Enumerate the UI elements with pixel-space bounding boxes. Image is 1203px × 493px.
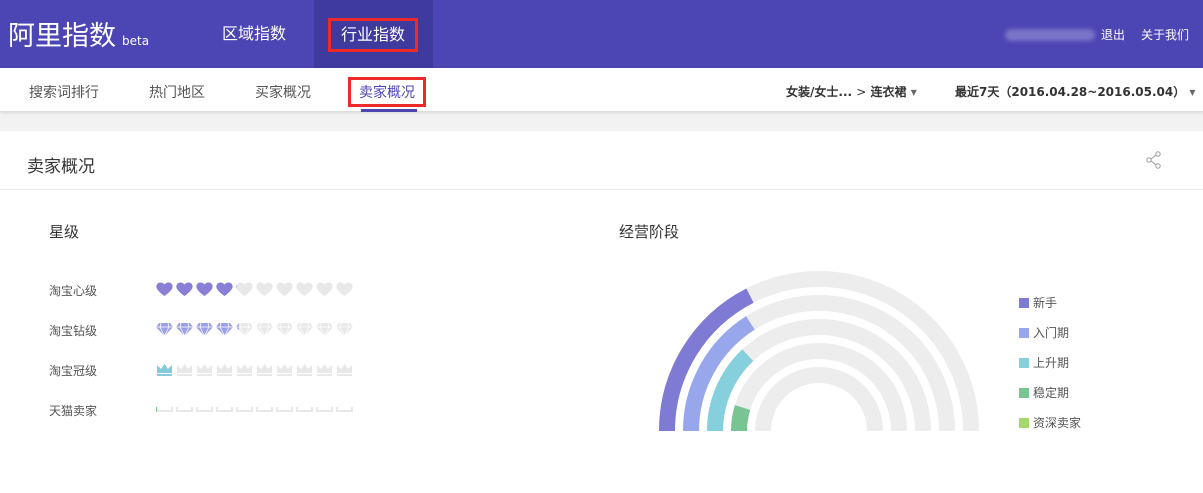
share-icon[interactable] — [1146, 151, 1162, 173]
crown-icon — [335, 361, 354, 377]
star-section-title: 星级 — [49, 223, 80, 241]
legend-swatch — [1019, 298, 1029, 308]
diamond-icon — [275, 321, 294, 337]
legend-label: 稳定期 — [1033, 386, 1070, 400]
tab-search-rank[interactable]: 搜索词排行 — [29, 82, 99, 102]
heart-icon — [315, 281, 334, 297]
heart-icon — [255, 281, 274, 297]
heart-icon — [295, 281, 314, 297]
diamond-icon — [255, 321, 274, 337]
logout-link[interactable]: 退出 — [1101, 26, 1125, 43]
beta-label: beta — [122, 34, 150, 48]
legend-swatch — [1019, 358, 1029, 368]
tab-buyer-overview[interactable]: 买家概况 — [255, 82, 311, 102]
heart-icon — [335, 281, 354, 297]
diamond-icon — [235, 321, 254, 337]
chevron-down-icon: ▾ — [910, 85, 917, 99]
tmall-icon — [335, 401, 354, 417]
rating-label: 淘宝冠级 — [49, 364, 98, 378]
date-range: 最近7天（2016.04.28~2016.05.04） — [955, 85, 1186, 99]
crown-icon — [195, 361, 214, 377]
rating-tmall-icons — [155, 401, 354, 417]
legend-swatch — [1019, 328, 1029, 338]
legend-label: 新手 — [1033, 296, 1058, 310]
legend-label: 上升期 — [1033, 356, 1070, 370]
crown-icon — [215, 361, 234, 377]
crown-icon — [155, 361, 174, 377]
tab-hot-region[interactable]: 热门地区 — [149, 82, 205, 102]
tmall-icon — [155, 401, 174, 417]
crown-icon — [275, 361, 294, 377]
tmall-icon — [275, 401, 294, 417]
top-bar: 阿里指数 beta 区域指数 行业指数 退出 关于我们 — [0, 0, 1203, 68]
legend-label: 资深卖家 — [1033, 416, 1082, 430]
stage-bar-3[interactable] — [731, 405, 751, 431]
crown-icon — [315, 361, 334, 377]
stage-radial-chart — [659, 271, 979, 431]
card-header: 卖家概况 — [0, 131, 1203, 190]
legend-item[interactable]: 入门期 — [1019, 324, 1069, 341]
legend-item[interactable]: 稳定期 — [1019, 384, 1069, 401]
heart-icon — [155, 281, 174, 297]
nav-industry-index[interactable]: 行业指数 — [314, 0, 433, 68]
about-link[interactable]: 关于我们 — [1141, 26, 1189, 43]
chevron-down-icon: ▾ — [1189, 85, 1196, 99]
tmall-icon — [195, 401, 214, 417]
legend-item[interactable]: 新手 — [1019, 294, 1057, 311]
diamond-icon — [155, 321, 174, 337]
rating-label: 淘宝心级 — [49, 284, 98, 298]
legend-item[interactable]: 资深卖家 — [1019, 414, 1081, 431]
category-sep: > — [856, 85, 867, 99]
category-select[interactable]: 女装/女士... > 连衣裙 ▾ — [786, 83, 917, 100]
diamond-icon — [295, 321, 314, 337]
crown-icon — [255, 361, 274, 377]
tmall-icon — [295, 401, 314, 417]
legend-swatch — [1019, 388, 1029, 398]
tmall-icon — [315, 401, 334, 417]
rating-crown-icons — [155, 361, 354, 377]
heart-icon — [235, 281, 254, 297]
tab-seller-overview[interactable]: 卖家概况 — [348, 77, 426, 107]
heart-icon — [195, 281, 214, 297]
diamond-icon — [175, 321, 194, 337]
tmall-icon — [255, 401, 274, 417]
sub-nav: 搜索词排行 热门地区 买家概况 卖家概况 女装/女士... > 连衣裙 ▾ 最近… — [0, 68, 1203, 112]
tmall-icon — [215, 401, 234, 417]
active-tab-indicator — [361, 109, 417, 112]
logo[interactable]: 阿里指数 beta — [8, 14, 149, 53]
category: 女装/女士... — [786, 85, 853, 99]
logo-text: 阿里指数 — [8, 21, 116, 52]
nav-label: 区域指数 — [222, 24, 287, 43]
diamond-icon — [315, 321, 334, 337]
date-select[interactable]: 最近7天（2016.04.28~2016.05.04） ▾ — [955, 83, 1195, 100]
rating-heart-icons — [155, 281, 354, 297]
nav-region-index[interactable]: 区域指数 — [208, 0, 300, 68]
legend-label: 入门期 — [1033, 326, 1070, 340]
legend-item[interactable]: 上升期 — [1019, 354, 1069, 371]
stage-section-title: 经营阶段 — [619, 223, 680, 241]
heart-icon — [175, 281, 194, 297]
seller-overview-card: 卖家概况 星级 淘宝心级淘宝钻级淘宝冠级天猫卖家 经营阶段 新手入门期上升期稳定… — [0, 131, 1203, 493]
stage-track — [755, 367, 883, 431]
heart-icon — [275, 281, 294, 297]
crown-icon — [295, 361, 314, 377]
crown-icon — [175, 361, 194, 377]
rating-diamond-icons — [155, 321, 354, 337]
diamond-icon — [215, 321, 234, 337]
username-blurred — [1005, 29, 1095, 41]
legend-swatch — [1019, 418, 1029, 428]
nav-label: 行业指数 — [328, 18, 419, 52]
card-title: 卖家概况 — [27, 157, 95, 177]
rating-label: 天猫卖家 — [49, 404, 98, 418]
tmall-icon — [235, 401, 254, 417]
heart-icon — [215, 281, 234, 297]
diamond-icon — [335, 321, 354, 337]
diamond-icon — [195, 321, 214, 337]
tmall-icon — [175, 401, 194, 417]
subcategory: 连衣裙 — [870, 85, 907, 99]
rating-label: 淘宝钻级 — [49, 324, 98, 338]
crown-icon — [235, 361, 254, 377]
